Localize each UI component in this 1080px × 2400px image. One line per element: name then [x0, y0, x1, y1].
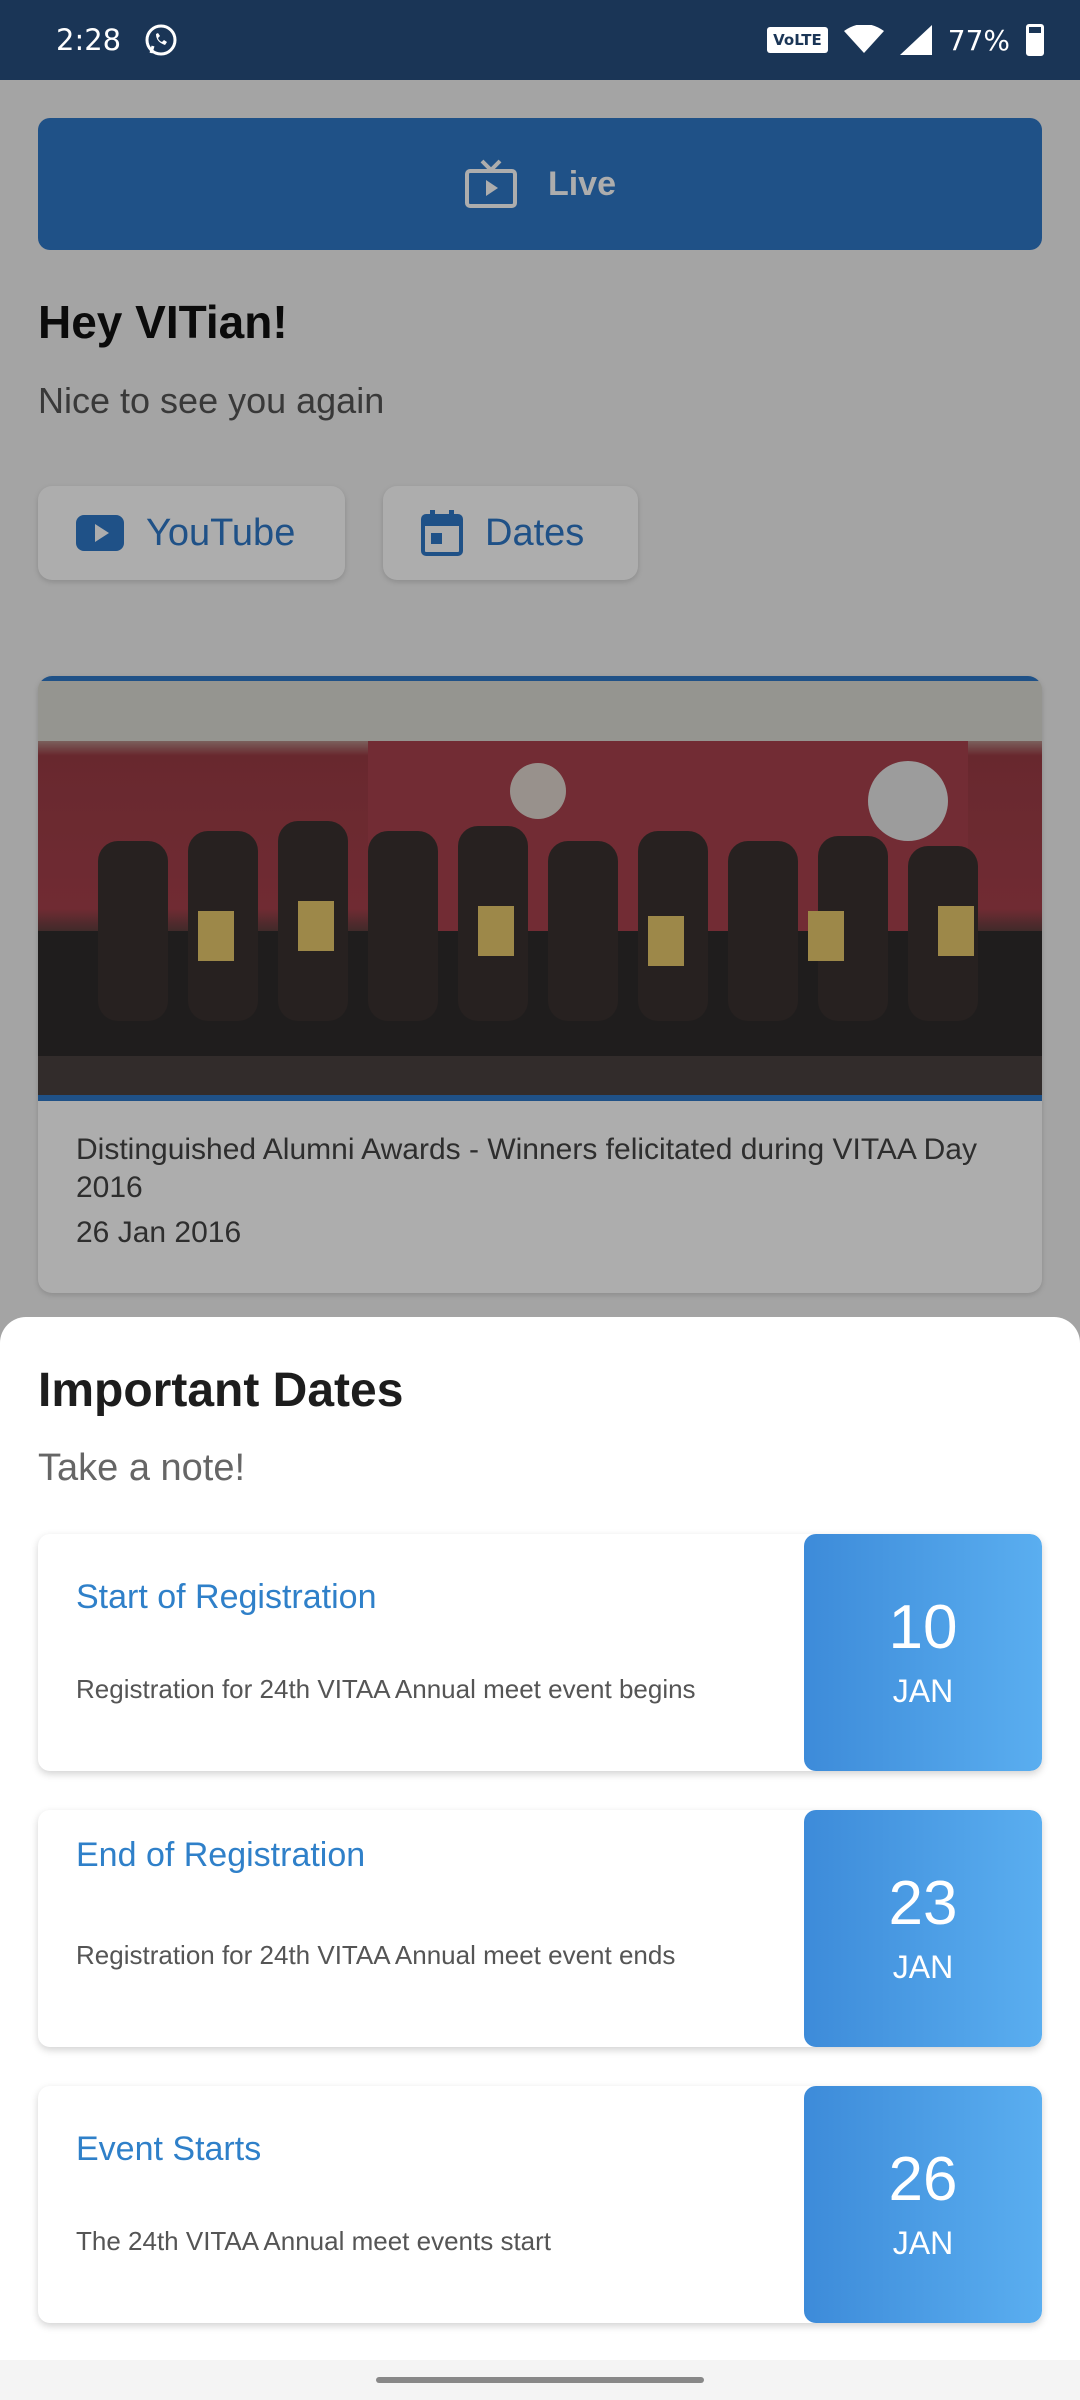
battery-percent: 77%	[947, 23, 1010, 57]
date-day: 23	[888, 1869, 958, 1938]
status-icons: VoLTE 77%	[767, 24, 1044, 57]
date-card-title: Event Starts	[76, 2130, 262, 2168]
cell-signal-icon	[899, 25, 932, 55]
date-day: 10	[888, 1593, 958, 1662]
date-card-description: Registration for 24th VITAA Annual meet …	[76, 1674, 696, 1704]
wifi-icon	[843, 25, 884, 53]
whatsapp-icon	[145, 24, 177, 56]
date-month: JAN	[892, 2225, 954, 2261]
volte-badge: VoLTE	[767, 27, 828, 53]
date-card-description: The 24th VITAA Annual meet events start	[76, 2226, 552, 2256]
date-card-title: Start of Registration	[76, 1578, 377, 1616]
date-badge: 10 JAN	[804, 1534, 1042, 1771]
date-day: 26	[888, 2145, 958, 2214]
status-bar: 2:28 VoLTE 77%	[0, 0, 1080, 80]
date-card-title: End of Registration	[76, 1836, 366, 1874]
date-badge: 26 JAN	[804, 2086, 1042, 2323]
date-month: JAN	[892, 1673, 954, 1709]
date-month: JAN	[892, 1949, 954, 1985]
date-card-end-registration[interactable]: End of Registration Registration for 24t…	[38, 1810, 1042, 2047]
gesture-nav-bar	[0, 2360, 1080, 2400]
sheet-subtitle: Take a note!	[38, 1447, 246, 1489]
date-card-description: Registration for 24th VITAA Annual meet …	[76, 1940, 676, 1970]
home-gesture-handle[interactable]	[376, 2377, 704, 2383]
important-dates-sheet: Important Dates Take a note! Start of Re…	[0, 1317, 1080, 2400]
sheet-title: Important Dates	[38, 1364, 404, 1417]
date-card-start-registration[interactable]: Start of Registration Registration for 2…	[38, 1534, 1042, 1771]
date-card-event-starts[interactable]: Event Starts The 24th VITAA Annual meet …	[38, 2086, 1042, 2323]
date-badge: 23 JAN	[804, 1810, 1042, 2047]
status-time: 2:28	[56, 23, 122, 57]
battery-icon	[1026, 24, 1044, 56]
